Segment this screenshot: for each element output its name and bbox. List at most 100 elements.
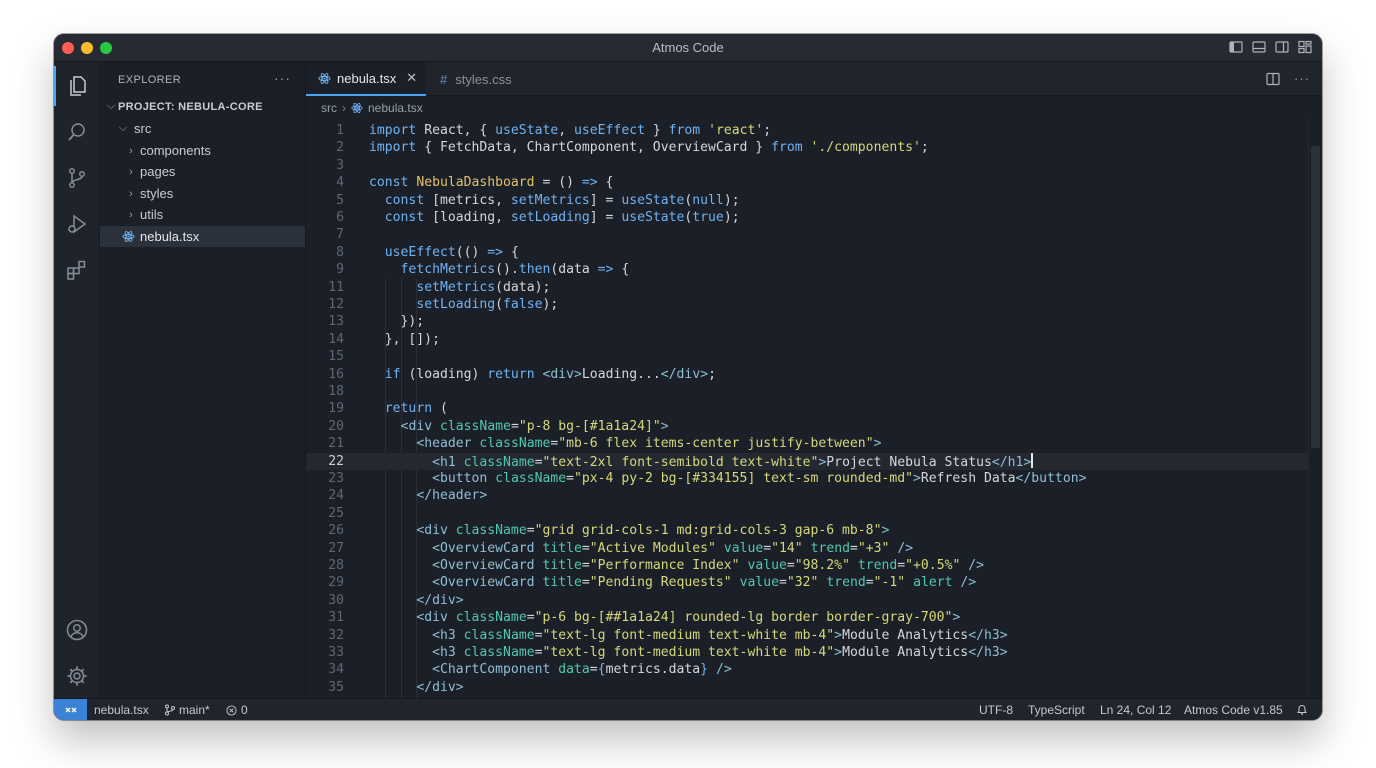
explorer-more-actions-button[interactable]: ···	[274, 70, 291, 86]
customize-layout-icon[interactable]	[1298, 40, 1312, 54]
breadcrumb-file[interactable]: nebula.tsx	[368, 101, 423, 115]
project-name: PROJECT: NEBULA-CORE	[118, 100, 263, 113]
status-encoding[interactable]: UTF-8	[979, 703, 1013, 717]
code-line[interactable]: 14 }, []);	[306, 331, 1308, 348]
split-editor-icon[interactable]	[1266, 72, 1280, 86]
code-line[interactable]: 34 <ChartComponent data={metrics.data} /…	[306, 661, 1308, 678]
chevron-right-icon: ›	[129, 144, 133, 157]
project-folder-header[interactable]: ⌵ PROJECT: NEBULA-CORE	[100, 96, 305, 117]
more-actions-icon[interactable]: ···	[1294, 71, 1310, 86]
code-line[interactable]: 3	[306, 157, 1308, 174]
code-line[interactable]: 22 <h1 className="text-2xl font-semibold…	[306, 452, 1308, 470]
tree-folder-pages[interactable]: › pages	[100, 161, 305, 182]
tree-folder-styles[interactable]: › styles	[100, 183, 305, 204]
tree-file-nebula-tsx[interactable]: nebula.tsx	[100, 226, 305, 247]
chevron-down-icon: ⌵	[118, 122, 128, 134]
line-number: 20	[328, 418, 344, 434]
code-line[interactable]: 32 <h3 className="text-lg font-medium te…	[306, 627, 1308, 644]
code-line[interactable]: 11 setMetrics(data);	[306, 279, 1308, 296]
code-editor[interactable]: 1 import React, { useState, useEffect } f…	[306, 118, 1308, 698]
code-line[interactable]: 24 </header>	[306, 487, 1308, 504]
code-line[interactable]: 18	[306, 383, 1308, 400]
tab-nebula-tsx[interactable]: nebula.tsx ✕	[306, 62, 426, 96]
toggle-primary-sidebar-icon[interactable]	[1229, 40, 1243, 54]
code-line[interactable]: 21 <header className="mb-6 flex items-ce…	[306, 435, 1308, 452]
layout-controls	[1229, 40, 1312, 54]
bell-icon	[1297, 705, 1307, 715]
code-line[interactable]: 28 <OverviewCard title="Performance Inde…	[306, 557, 1308, 574]
line-source: <OverviewCard title="Performance Index" …	[432, 558, 985, 573]
code-line[interactable]: 5 const [metrics, setMetrics] = useState…	[306, 192, 1308, 209]
accounts-activity-button[interactable]	[54, 610, 100, 650]
remote-icon	[65, 707, 76, 713]
code-line[interactable]: 20 <div className="p-8 bg-[#1a1a24]">	[306, 418, 1308, 435]
line-source: setMetrics(data);	[416, 279, 551, 295]
code-line[interactable]: 9 fetchMetrics().then(data => {	[306, 261, 1308, 278]
editor-actions: ···	[1266, 71, 1310, 86]
code-line[interactable]: 8 useEffect(() => {	[306, 244, 1308, 261]
line-source: import { FetchData, ChartComponent, Over…	[369, 140, 929, 156]
toggle-secondary-sidebar-icon[interactable]	[1275, 40, 1289, 54]
source-control-activity-button[interactable]	[54, 158, 100, 198]
react-icon	[318, 72, 331, 84]
extensions-activity-button[interactable]	[54, 250, 100, 290]
code-line[interactable]: 15	[306, 348, 1308, 365]
line-number: 25	[328, 505, 344, 521]
code-line[interactable]: 31 <div className="p-6 bg-[##1a1a24] rou…	[306, 609, 1308, 626]
code-line[interactable]: 35 </div>	[306, 679, 1308, 696]
code-line[interactable]: 25	[306, 505, 1308, 522]
tree-item-label: components	[140, 143, 211, 158]
code-line[interactable]: 16 if (loading) return <div>Loading...</…	[306, 366, 1308, 383]
tree-folder-utils[interactable]: › utils	[100, 204, 305, 225]
code-line[interactable]: 1 import React, { useState, useEffect } f…	[306, 122, 1308, 139]
explorer-activity-button[interactable]	[54, 66, 100, 106]
tree-folder-components[interactable]: › components	[100, 140, 305, 161]
code-line[interactable]: 13 });	[306, 313, 1308, 330]
notifications-button[interactable]	[1296, 703, 1308, 716]
code-line[interactable]: 2 import { FetchData, ChartComponent, Ove…	[306, 139, 1308, 156]
toggle-panel-icon[interactable]	[1252, 40, 1266, 54]
code-line[interactable]: 12 setLoading(false);	[306, 296, 1308, 313]
tree-item-label: utils	[140, 207, 164, 222]
status-cursor-position[interactable]: Ln 24, Col 12	[1100, 703, 1171, 717]
code-line[interactable]: 33 <h3 className="text-lg font-medium te…	[306, 644, 1308, 661]
line-source: const [loading, setLoading] = useState(t…	[384, 210, 740, 225]
react-icon	[351, 103, 363, 113]
code-line[interactable]: 23 <button className="px-4 py-2 bg-[#334…	[306, 470, 1308, 487]
code-line[interactable]: 27 <OverviewCard title="Active Modules" …	[306, 540, 1308, 557]
code-line[interactable]: 26 <div className="grid grid-cols-1 md:g…	[306, 522, 1308, 539]
line-number: 11	[328, 279, 344, 295]
manage-activity-button[interactable]	[54, 656, 100, 696]
code-line[interactable]: 29 <OverviewCard title="Pending Requests…	[306, 574, 1308, 591]
chevron-right-icon: ›	[129, 165, 133, 178]
close-tab-icon[interactable]: ✕	[406, 70, 417, 86]
line-number: 31	[328, 610, 344, 626]
line-source: <OverviewCard title="Pending Requests" v…	[432, 575, 977, 591]
problem-count: 0	[241, 703, 248, 717]
status-problems[interactable]: 0	[226, 703, 248, 717]
window-title: Atmos Code	[652, 40, 724, 55]
code-line[interactable]: 7	[306, 226, 1308, 243]
line-source: <div className="p-8 bg-[#1a1a24]">	[400, 418, 669, 434]
status-language[interactable]: TypeScript	[1028, 703, 1085, 717]
tree-folder-src[interactable]: ⌵ src	[100, 118, 305, 139]
tree-item-label: styles	[140, 186, 174, 201]
line-number: 5	[336, 192, 344, 208]
tab-styles-css[interactable]: # styles.css	[426, 62, 538, 96]
code-line[interactable]: 4 const NebulaDashboard = () => {	[306, 174, 1308, 191]
search-activity-button[interactable]	[54, 112, 100, 152]
breadcrumb-folder[interactable]: src	[321, 101, 337, 115]
status-branch[interactable]: main*	[164, 703, 210, 717]
scrollbar-thumb[interactable]	[1311, 146, 1320, 448]
code-line[interactable]: 19 return (	[306, 400, 1308, 417]
remote-indicator[interactable]	[54, 699, 87, 720]
status-file-name[interactable]: nebula.tsx	[94, 703, 149, 717]
run-debug-activity-button[interactable]	[54, 204, 100, 244]
code-line[interactable]: 30 </div>	[306, 592, 1308, 609]
line-number: 29	[328, 575, 344, 591]
git-branch-icon	[165, 704, 175, 716]
chevron-right-icon: ›	[129, 208, 133, 221]
editor-scrollbar[interactable]	[1308, 118, 1322, 698]
code-line[interactable]: 6 const [loading, setLoading] = useState…	[306, 209, 1308, 226]
line-number: 18	[328, 384, 344, 399]
